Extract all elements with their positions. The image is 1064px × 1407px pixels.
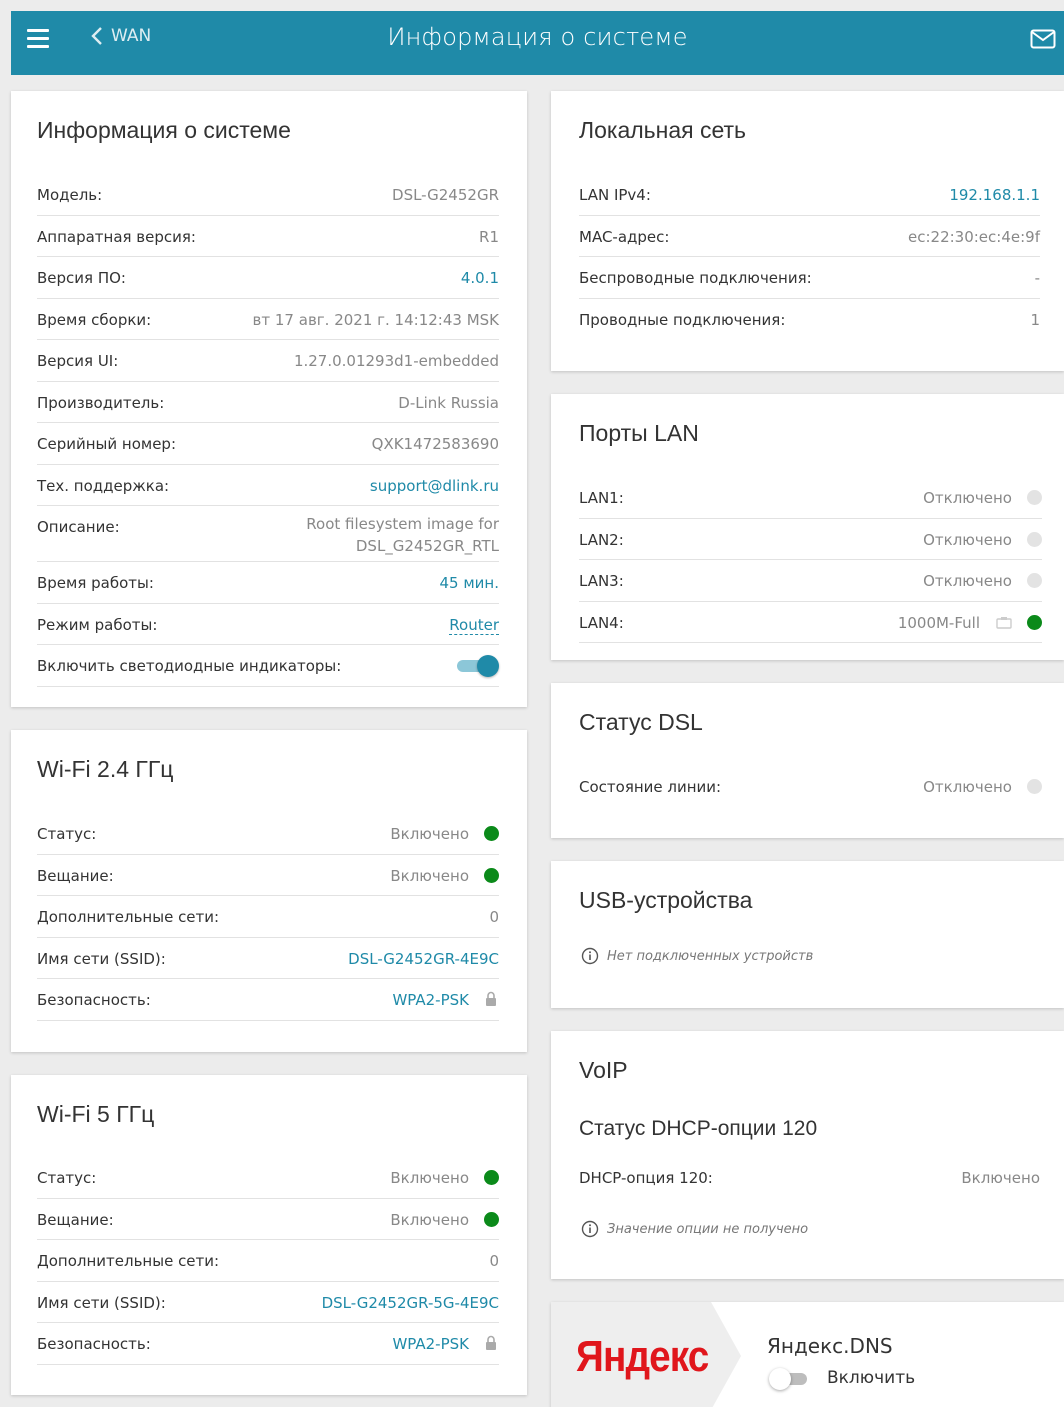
row-wifi5-broadcast: Вещание: Включено: [37, 1199, 499, 1240]
status-on-icon: [484, 1211, 499, 1227]
usb-note: Нет подключенных устройств: [581, 947, 813, 965]
info-icon: [581, 947, 599, 965]
dsl-status-card: Статус DSL Состояние линии: Отключено: [551, 683, 1064, 838]
status-off-icon: [1027, 573, 1042, 588]
row-leds: Включить светодиодные индикаторы:: [37, 645, 499, 687]
row-ui-version: Версия UI: 1.27.0.01293d1-embedded: [37, 340, 499, 382]
voip-title: VoIP: [579, 1057, 628, 1083]
row-wifi24-security: Безопасность: WPA2-PSK: [37, 979, 499, 1021]
wifi24-card: Wi-Fi 2.4 ГГц Статус: Включено Вещание: …: [11, 730, 527, 1052]
mode-link[interactable]: Router: [449, 616, 499, 635]
yandex-dns-card: Яндекс Яндекс.DNS Включить: [551, 1302, 1064, 1407]
yandex-dns-toggle[interactable]: [769, 1368, 809, 1390]
row-dhcp-option: DHCP-опция 120: Включено: [579, 1169, 1040, 1187]
usb-title: USB-устройства: [579, 887, 753, 913]
row-fw-version: Версия ПО: 4.0.1: [37, 257, 499, 299]
row-description: Описание: Root filesystem image for DSL_…: [37, 506, 499, 562]
status-on-icon: [484, 867, 499, 883]
status-on-icon: [484, 826, 499, 841]
yandex-logo: Яндекс: [551, 1302, 741, 1407]
row-build-time: Время сборки: вт 17 авг. 2021 г. 14:12:4…: [37, 299, 499, 340]
top-bar: WAN Информация о системе: [11, 11, 1064, 75]
wifi5-security-link[interactable]: WPA2-PSK: [392, 1335, 469, 1353]
lan-ports-title: Порты LAN: [579, 420, 699, 446]
system-info-card: Информация о системе Модель: DSL-G2452GR…: [11, 91, 527, 707]
info-icon: [581, 1220, 599, 1238]
voip-subtitle: Статус DHCP-опции 120: [579, 1117, 818, 1140]
voip-note: Значение опции не получено: [581, 1220, 808, 1238]
wifi5-card: Wi-Fi 5 ГГц Статус: Включено Вещание: Вк…: [11, 1075, 527, 1395]
wifi5-ssid-link[interactable]: DSL-G2452GR-5G-4E9C: [322, 1294, 499, 1312]
row-wifi5-extra: Дополнительные сети: 0: [37, 1240, 499, 1282]
fw-version-link[interactable]: 4.0.1: [461, 269, 499, 287]
row-wired-clients: Проводные подключения: 1: [579, 310, 1040, 329]
row-wifi24-broadcast: Вещание: Включено: [37, 855, 499, 896]
row-wifi5-security: Безопасность: WPA2-PSK: [37, 1323, 499, 1365]
row-lan-ipv4: LAN IPv4: 192.168.1.1: [579, 174, 1040, 216]
row-wifi24-ssid: Имя сети (SSID): DSL-G2452GR-4E9C: [37, 938, 499, 979]
support-email-link[interactable]: support@dlink.ru: [370, 477, 499, 495]
wifi24-title: Wi-Fi 2.4 ГГц: [37, 756, 174, 782]
status-off-icon: [1027, 531, 1042, 547]
row-wifi5-status: Статус: Включено: [37, 1157, 499, 1199]
row-mode: Режим работы: Router: [37, 604, 499, 645]
row-mac: MAC-адрес: ec:22:30:ec:4e:9f: [579, 216, 1040, 257]
row-uptime: Время работы: 45 мин.: [37, 562, 499, 604]
row-wifi24-status: Статус: Включено: [37, 813, 499, 855]
row-lan2: LAN2: Отключено: [579, 519, 1042, 560]
lan-title: Локальная сеть: [579, 117, 747, 143]
row-wifi24-extra: Дополнительные сети: 0: [37, 896, 499, 938]
status-on-icon: [484, 1170, 499, 1185]
status-on-icon: [1027, 614, 1042, 630]
leds-toggle[interactable]: [457, 655, 499, 677]
wifi24-security-link[interactable]: WPA2-PSK: [392, 991, 469, 1009]
row-lan1: LAN1: Отключено: [579, 477, 1042, 519]
row-lan4: LAN4: 1000M-Full: [579, 602, 1042, 643]
page-title: Информация о системе: [387, 23, 688, 51]
lan-ip-link[interactable]: 192.168.1.1: [949, 186, 1040, 204]
voip-card: VoIP Статус DHCP-опции 120 DHCP-опция 12…: [551, 1031, 1064, 1279]
lock-icon: [486, 991, 496, 1006]
dsl-status-title: Статус DSL: [579, 709, 703, 735]
wifi24-ssid-link[interactable]: DSL-G2452GR-4E9C: [348, 950, 499, 968]
ethernet-icon: [996, 616, 1012, 629]
row-serial: Серийный номер: QXK1472583690: [37, 423, 499, 465]
status-off-icon: [1027, 779, 1042, 794]
yandex-dns-toggle-label: Включить: [827, 1368, 916, 1388]
row-lan3: LAN3: Отключено: [579, 560, 1042, 602]
lock-icon: [486, 1335, 496, 1350]
lan-ports-card: Порты LAN LAN1: Отключено LAN2: Отключен…: [551, 394, 1064, 660]
status-off-icon: [1027, 490, 1042, 505]
row-support: Тех. поддержка: support@dlink.ru: [37, 465, 499, 506]
row-wireless-clients: Беспроводные подключения: -: [579, 257, 1040, 299]
row-model: Модель: DSL-G2452GR: [37, 174, 499, 216]
row-wifi5-ssid: Имя сети (SSID): DSL-G2452GR-5G-4E9C: [37, 1282, 499, 1323]
yandex-dns-title: Яндекс.DNS: [767, 1334, 893, 1358]
wifi5-title: Wi-Fi 5 ГГц: [37, 1101, 155, 1127]
system-info-title: Информация о системе: [37, 117, 291, 143]
usb-card: USB-устройства Нет подключенных устройст…: [551, 861, 1064, 1008]
lan-card: Локальная сеть LAN IPv4: 192.168.1.1 MAC…: [551, 91, 1064, 371]
row-line-state: Состояние линии: Отключено: [579, 766, 1042, 808]
mail-icon[interactable]: [1030, 29, 1056, 53]
row-vendor: Производитель: D-Link Russia: [37, 382, 499, 423]
row-hw-version: Аппаратная версия: R1: [37, 216, 499, 257]
